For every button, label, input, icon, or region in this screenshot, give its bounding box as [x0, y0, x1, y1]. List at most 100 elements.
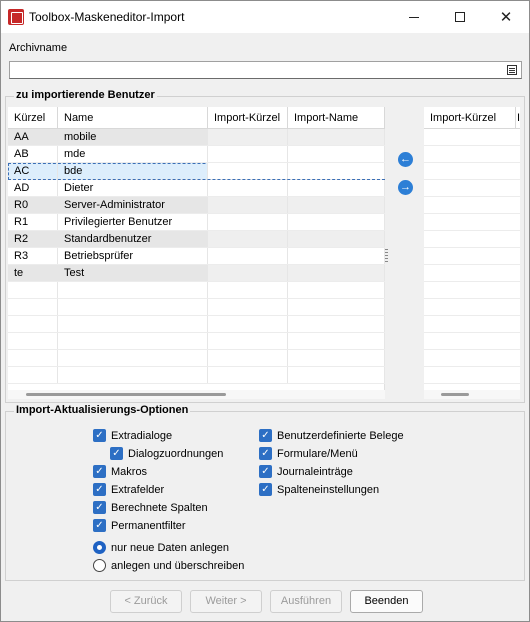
option-checkbox-right-2[interactable]: ✓ Journaleinträge: [259, 465, 353, 478]
mode-radio-0[interactable]: nur neue Daten anlegen: [93, 541, 229, 554]
table-row[interactable]: R1 Privilegierter Benutzer: [8, 214, 385, 231]
scroll-thumb[interactable]: [26, 393, 226, 396]
empty-row: [8, 282, 385, 299]
checkbox-label: Extrafelder: [111, 483, 165, 496]
minimize-button[interactable]: [391, 1, 437, 33]
option-checkbox-5[interactable]: ✓ Permanentfilter: [93, 519, 186, 532]
import-kuerzel-cell: [208, 231, 288, 247]
archivname-browse-button[interactable]: [505, 63, 519, 77]
option-checkbox-0[interactable]: ✓ Extradialoge: [93, 429, 172, 442]
table-row[interactable]: AB mde: [8, 146, 385, 163]
checkbox-icon[interactable]: ✓: [259, 447, 272, 460]
splitter-handle[interactable]: [385, 249, 388, 263]
table-row[interactable]: te Test: [8, 265, 385, 282]
import-name-cell: [288, 333, 385, 349]
checkbox-icon[interactable]: ✓: [259, 483, 272, 496]
column-header-import-kuerzel-right[interactable]: Import-Kürzel: [424, 107, 514, 129]
name-cell: Standardbenutzer: [58, 231, 208, 247]
table-row[interactable]: AC bde: [8, 163, 385, 180]
import-kuerzel-cell: [208, 299, 288, 315]
radio-label: nur neue Daten anlegen: [111, 541, 230, 554]
radio-icon[interactable]: [93, 559, 106, 572]
maximize-icon: [455, 12, 465, 22]
empty-row: [424, 282, 520, 299]
name-cell: [58, 282, 208, 298]
move-left-button[interactable]: ←: [398, 152, 413, 167]
kuerzel-cell: [8, 350, 58, 366]
checkbox-label: Spalteneinstellungen: [277, 483, 380, 496]
close-button[interactable]: ✕: [483, 1, 529, 33]
users-grid[interactable]: Kürzel Name Import-Kürzel Import-Name AA…: [8, 107, 385, 399]
table-row[interactable]: R0 Server-Administrator: [8, 197, 385, 214]
import-kuerzel-cell: [208, 333, 288, 349]
checkbox-icon[interactable]: ✓: [93, 483, 106, 496]
option-checkbox-4[interactable]: ✓ Berechnete Spalten: [93, 501, 208, 514]
kuerzel-cell: [8, 316, 58, 332]
name-cell: [58, 367, 208, 383]
import-name-cell: [288, 163, 385, 179]
column-header-import-name[interactable]: Import-Name: [288, 107, 385, 129]
finish-button[interactable]: Beenden: [350, 590, 423, 613]
table-row[interactable]: AA mobile: [8, 129, 385, 146]
arrow-right-icon: →: [400, 181, 411, 193]
import-name-cell: [288, 146, 385, 162]
app-icon: [8, 9, 24, 25]
table-row[interactable]: R3 Betriebsprüfer: [8, 248, 385, 265]
empty-row: [8, 367, 385, 384]
option-checkbox-right-0[interactable]: ✓ Benutzerdefinierte Belege: [259, 429, 404, 442]
mode-radio-1[interactable]: anlegen und überschreiben: [93, 559, 244, 572]
users-group-title: zu importierende Benutzer: [14, 89, 157, 101]
option-checkbox-3[interactable]: ✓ Extrafelder: [93, 483, 164, 496]
table-row[interactable]: R2 Standardbenutzer: [8, 231, 385, 248]
checkbox-icon[interactable]: ✓: [259, 429, 272, 442]
import-grid[interactable]: Import-Kürzel I: [424, 107, 520, 399]
options-group-title: Import-Aktualisierungs-Optionen: [14, 404, 191, 416]
radio-icon[interactable]: [93, 541, 106, 554]
checkbox-icon[interactable]: ✓: [259, 465, 272, 478]
run-button[interactable]: Ausführen: [270, 590, 342, 613]
checkbox-icon[interactable]: ✓: [110, 447, 123, 460]
move-right-button[interactable]: →: [398, 180, 413, 195]
kuerzel-cell: R1: [8, 214, 58, 230]
empty-row: [424, 265, 520, 282]
option-checkbox-1[interactable]: ✓ Dialogzuordnungen: [110, 447, 223, 460]
empty-row: [424, 180, 520, 197]
import-grid-hscrollbar[interactable]: [424, 390, 520, 399]
users-grid-hscrollbar[interactable]: [8, 390, 385, 399]
empty-row: [424, 146, 520, 163]
maximize-button[interactable]: [437, 1, 483, 33]
archivname-input[interactable]: [9, 61, 522, 79]
empty-row: [424, 316, 520, 333]
checkbox-icon[interactable]: ✓: [93, 519, 106, 532]
import-name-cell: [288, 282, 385, 298]
column-header-import-kuerzel[interactable]: Import-Kürzel: [208, 107, 288, 129]
checkbox-icon[interactable]: ✓: [93, 501, 106, 514]
name-cell: Betriebsprüfer: [58, 248, 208, 264]
kuerzel-cell: [8, 282, 58, 298]
column-header-import-name-right[interactable]: I: [515, 107, 520, 129]
import-name-cell: [288, 265, 385, 281]
import-name-cell: [288, 316, 385, 332]
minimize-icon: [409, 16, 419, 18]
option-checkbox-2[interactable]: ✓ Makros: [93, 465, 147, 478]
checkbox-label: Benutzerdefinierte Belege: [277, 429, 404, 442]
kuerzel-cell: te: [8, 265, 58, 281]
next-button[interactable]: Weiter >: [190, 590, 262, 613]
scroll-thumb[interactable]: [441, 393, 469, 396]
checkbox-icon[interactable]: ✓: [93, 429, 106, 442]
import-kuerzel-cell: [208, 316, 288, 332]
import-name-cell: [288, 350, 385, 366]
import-kuerzel-cell: [208, 350, 288, 366]
option-checkbox-right-1[interactable]: ✓ Formulare/Menü: [259, 447, 358, 460]
back-button[interactable]: < Zurück: [110, 590, 182, 613]
import-name-cell: [288, 231, 385, 247]
checkbox-label: Dialogzuordnungen: [128, 447, 224, 460]
option-checkbox-right-3[interactable]: ✓ Spalteneinstellungen: [259, 483, 379, 496]
checkbox-icon[interactable]: ✓: [93, 465, 106, 478]
empty-row: [8, 299, 385, 316]
column-header-name[interactable]: Name: [58, 107, 208, 129]
kuerzel-cell: AA: [8, 129, 58, 145]
table-row[interactable]: AD Dieter: [8, 180, 385, 197]
column-header-kuerzel[interactable]: Kürzel: [8, 107, 58, 129]
name-cell: Server-Administrator: [58, 197, 208, 213]
